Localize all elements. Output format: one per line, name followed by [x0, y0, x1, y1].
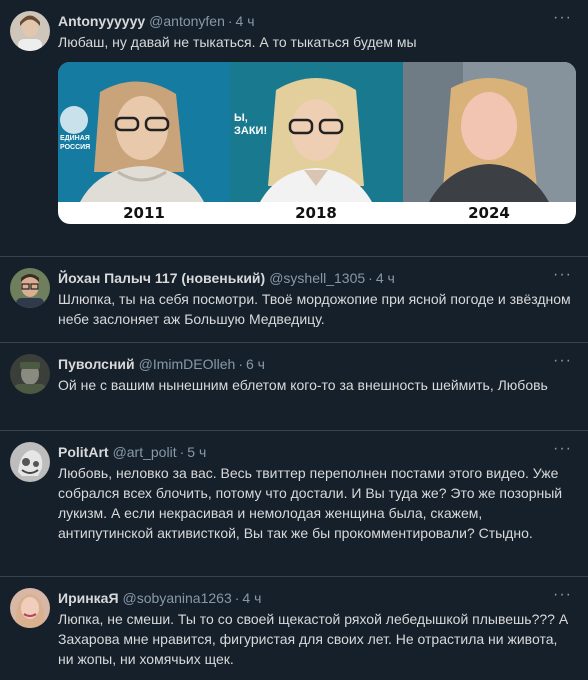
tweet-header: PolitArt @art_polit · 5 ч [58, 443, 574, 461]
tweet-text: Шлюпка, ты на себя посмотри. Твоё мордож… [58, 291, 571, 327]
timestamp[interactable]: 4 ч [242, 589, 261, 607]
photo-panel-2011: ЕДИНАЯ РОССИЯ [58, 62, 230, 202]
author-handle[interactable]: @ImimDEOlleh [139, 355, 236, 373]
author-handle[interactable]: @art_polit [113, 443, 177, 461]
author-name[interactable]: Йохан Палыч 117 (новенький) [58, 269, 265, 287]
tweet-text: Любаш, ну давай не тыкаться. А то тыкать… [58, 34, 417, 50]
author-name[interactable]: PolitArt [58, 443, 109, 461]
tweet-text: Люпка, не смеши. Ты то со своей щекастой… [58, 611, 569, 667]
tweet-feed: Antonyyyyyy @antonyfen · 4 ч ··· Любаш, … [0, 0, 588, 680]
tweet[interactable]: Йохан Палыч 117 (новенький) @syshell_130… [0, 257, 588, 343]
avatar[interactable] [10, 11, 50, 51]
timestamp[interactable]: 4 ч [236, 12, 255, 30]
more-options-icon[interactable]: ··· [553, 587, 572, 603]
tweet[interactable]: Antonyyyyyy @antonyfen · 4 ч ··· Любаш, … [0, 0, 588, 257]
separator: · [179, 444, 185, 460]
year-label: 2018 [295, 204, 337, 222]
tweet[interactable]: PolitArt @art_polit · 5 ч ··· Любовь, не… [0, 431, 588, 577]
author-name[interactable]: ИринкаЯ [58, 589, 119, 607]
separator: · [238, 356, 243, 372]
avatar[interactable] [10, 268, 50, 308]
timestamp[interactable]: 6 ч [246, 355, 265, 373]
author-handle[interactable]: @antonyfen [149, 12, 225, 30]
separator: · [227, 13, 233, 29]
timestamp[interactable]: 4 ч [376, 269, 395, 287]
timestamp[interactable]: 5 ч [187, 443, 206, 461]
tweet-header: Йохан Палыч 117 (новенький) @syshell_130… [58, 269, 574, 287]
more-options-icon[interactable]: ··· [553, 267, 572, 283]
tweet-header: Пуволсний @ImimDEOlleh · 6 ч [58, 355, 574, 373]
photo-panel-2018: Ы, ЗАКИ! [230, 62, 403, 202]
avatar[interactable] [10, 354, 50, 394]
year-label: 2024 [468, 204, 510, 222]
tweet-text: Любовь, неловко за вас. Весь твиттер пер… [58, 465, 563, 541]
more-options-icon[interactable]: ··· [553, 10, 572, 26]
avatar[interactable] [10, 588, 50, 628]
tweet[interactable]: ИринкаЯ @sobyanina1263 · 4 ч ··· Люпка, … [0, 577, 588, 680]
more-options-icon[interactable]: ··· [553, 441, 572, 457]
tweet-media-image[interactable]: ЕДИНАЯ РОССИЯ Ы, ЗАКИ! 2011 2018 2024 [58, 62, 576, 224]
tweet-header: ИринкаЯ @sobyanina1263 · 4 ч [58, 589, 574, 607]
author-name[interactable]: Antonyyyyyy [58, 12, 145, 30]
tweet-header: Antonyyyyyy @antonyfen · 4 ч [58, 12, 574, 30]
tweet[interactable]: Пуволсний @ImimDEOlleh · 6 ч ··· Ой не с… [0, 343, 588, 431]
banner-text: Ы, ЗАКИ! [234, 112, 268, 137]
separator: · [368, 270, 373, 286]
avatar[interactable] [10, 442, 50, 482]
year-label: 2011 [123, 204, 165, 222]
photo-panel-2024 [403, 62, 576, 202]
author-handle[interactable]: @sobyanina1263 [123, 589, 232, 607]
author-name[interactable]: Пуволсний [58, 355, 135, 373]
tweet-text: Ой не с вашим нынешним еблетом кого-то з… [58, 377, 548, 393]
separator: · [234, 590, 240, 606]
banner-text: ЕДИНАЯ РОССИЯ [60, 135, 91, 151]
more-options-icon[interactable]: ··· [553, 353, 572, 369]
author-handle[interactable]: @syshell_1305 [269, 269, 365, 287]
